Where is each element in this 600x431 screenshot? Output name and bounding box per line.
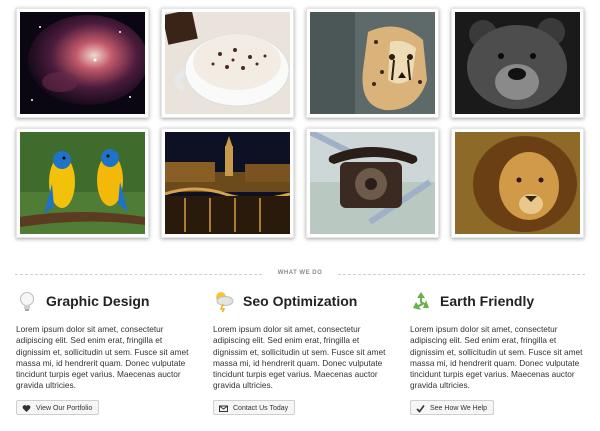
service-header: Graphic Design (16, 290, 196, 314)
gallery-image-telephone[interactable] (306, 128, 439, 238)
gallery-image-cheetah[interactable] (306, 8, 439, 118)
check-icon (416, 404, 425, 413)
gallery-image-hot-chocolate[interactable] (161, 8, 294, 118)
heart-icon (22, 404, 31, 413)
service-graphic-design: Graphic Design Lorem ipsum dolor sit ame… (16, 290, 196, 415)
parrots-image (20, 132, 145, 234)
cheetah-image (310, 12, 435, 114)
bear-image (455, 12, 580, 114)
gallery-image-bear[interactable] (451, 8, 584, 118)
service-title: Graphic Design (46, 293, 150, 309)
page: WHAT WE DO Graphic Design Lorem ipsum do… (0, 0, 600, 431)
button-label: View Our Portfolio (36, 405, 93, 412)
service-title: Earth Friendly (440, 293, 535, 309)
section-divider: WHAT WE DO (15, 270, 585, 280)
service-description: Lorem ipsum dolor sit amet, consectetur … (410, 324, 583, 391)
envelope-icon (219, 404, 228, 413)
section-heading: WHAT WE DO (277, 270, 323, 276)
paris-night-image (165, 132, 290, 234)
button-label: See How We Help (430, 405, 488, 412)
hot-chocolate-image (165, 12, 290, 114)
service-header: Seo Optimization (213, 290, 393, 314)
service-description: Lorem ipsum dolor sit amet, consectetur … (16, 324, 189, 391)
recycle-icon (410, 290, 432, 312)
contact-us-button[interactable]: Contact Us Today (213, 400, 296, 415)
service-title: Seo Optimization (243, 293, 358, 309)
gallery-image-paris-night[interactable] (161, 128, 294, 238)
gallery-image-lion[interactable] (451, 128, 584, 238)
service-description: Lorem ipsum dolor sit amet, consectetur … (213, 324, 386, 391)
service-seo-optimization: Seo Optimization Lorem ipsum dolor sit a… (213, 290, 393, 415)
service-header: Earth Friendly (410, 290, 590, 314)
gallery-image-nebula[interactable] (16, 8, 149, 118)
divider-line-right (338, 274, 585, 275)
lightbulb-icon (16, 290, 38, 312)
button-label: Contact Us Today (233, 405, 289, 412)
service-earth-friendly: Earth Friendly Lorem ipsum dolor sit ame… (410, 290, 590, 415)
view-portfolio-button[interactable]: View Our Portfolio (16, 400, 100, 415)
nebula-image (20, 12, 145, 114)
telephone-image (310, 132, 435, 234)
gallery-image-parrots[interactable] (16, 128, 149, 238)
see-how-we-help-button[interactable]: See How We Help (410, 400, 495, 415)
lion-image (455, 132, 580, 234)
weather-icon (213, 290, 235, 312)
